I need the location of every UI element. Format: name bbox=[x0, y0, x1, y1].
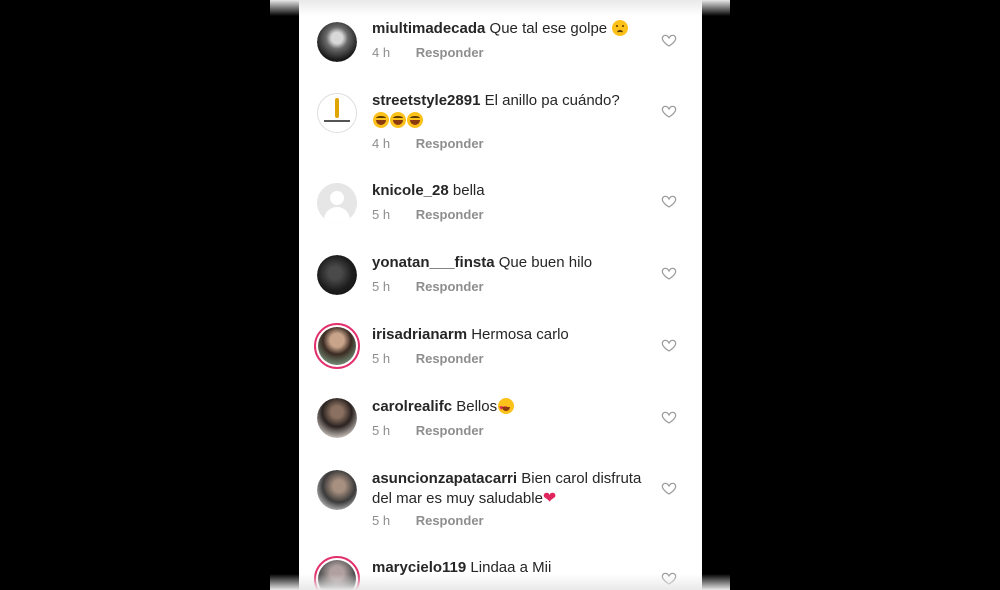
comment-body: Hermosa carlo bbox=[471, 326, 569, 343]
top-fade bbox=[270, 0, 730, 16]
like-heart-icon[interactable] bbox=[661, 480, 677, 496]
comment-time: 4 h bbox=[372, 136, 391, 151]
like-heart-icon[interactable] bbox=[661, 337, 677, 353]
reply-button[interactable]: Responder bbox=[416, 207, 484, 222]
avatar[interactable] bbox=[317, 93, 357, 133]
red-heart-emoji-icon: ❤ bbox=[542, 490, 557, 507]
comment-meta: 5 h Responder bbox=[372, 423, 484, 438]
comments-panel: miultimadecada Que tal ese golpe 4 h Res… bbox=[299, 0, 702, 590]
comment-meta: 5 h Responder bbox=[372, 513, 484, 528]
comment-body: Que tal ese golpe bbox=[489, 20, 608, 37]
comment-meta: 5 h Responder bbox=[372, 279, 484, 294]
comment-username[interactable]: miultimadecada bbox=[372, 20, 485, 37]
avatar[interactable] bbox=[317, 398, 357, 438]
reply-button[interactable]: Responder bbox=[416, 45, 484, 60]
comment-username[interactable]: carolrealifc bbox=[372, 398, 452, 415]
worried-emoji-icon bbox=[612, 20, 629, 36]
comment-meta: 5 h Responder bbox=[372, 351, 484, 366]
reply-button[interactable]: Responder bbox=[416, 279, 484, 294]
comment-username[interactable]: knicole_28 bbox=[372, 182, 449, 199]
comment-body: bella bbox=[452, 182, 485, 199]
comment-text: miultimadecada Que tal ese golpe bbox=[372, 19, 647, 39]
comment-time: 4 h bbox=[372, 45, 391, 60]
like-heart-icon[interactable] bbox=[661, 103, 677, 119]
reply-button[interactable]: Responder bbox=[416, 136, 484, 151]
comment-username[interactable]: streetstyle2891 bbox=[372, 92, 480, 109]
avatar[interactable] bbox=[314, 323, 360, 369]
comment-body: Bellos bbox=[456, 398, 498, 415]
comment-time: 5 h bbox=[372, 423, 391, 438]
heart-eyes-emoji-icon bbox=[498, 398, 515, 419]
comment-meta: 5 h Responder bbox=[372, 207, 484, 222]
comment-text: knicole_28 bella bbox=[372, 181, 647, 201]
avatar[interactable] bbox=[317, 22, 357, 62]
comment-time: 5 h bbox=[372, 279, 391, 294]
comment-text: carolrealifc Bellos bbox=[372, 397, 647, 419]
comment-body: El anillo pa cuándo? bbox=[484, 92, 620, 109]
comment-username[interactable]: yonatan___finsta bbox=[372, 254, 495, 271]
reply-button[interactable]: Responder bbox=[416, 423, 484, 438]
avatar[interactable] bbox=[317, 255, 357, 295]
like-heart-icon[interactable] bbox=[661, 265, 677, 281]
reply-button[interactable]: Responder bbox=[416, 351, 484, 366]
comment-text: asuncionzapatacarri Bien carol disfruta … bbox=[372, 469, 647, 509]
comment-meta: 4 h Responder bbox=[372, 136, 484, 151]
comment-text: irisadrianarm Hermosa carlo bbox=[372, 325, 647, 345]
comment-time: 5 h bbox=[372, 351, 391, 366]
like-heart-icon[interactable] bbox=[661, 409, 677, 425]
avatar[interactable] bbox=[317, 183, 357, 223]
comment-text: yonatan___finsta Que buen hilo bbox=[372, 253, 647, 273]
reply-button[interactable]: Responder bbox=[416, 513, 484, 528]
bottom-fade bbox=[270, 574, 730, 590]
like-heart-icon[interactable] bbox=[661, 193, 677, 209]
like-heart-icon[interactable] bbox=[661, 32, 677, 48]
comment-meta: 4 h Responder bbox=[372, 45, 484, 60]
comment-username[interactable]: asuncionzapatacarri bbox=[372, 470, 517, 487]
comment-text: streetstyle2891 El anillo pa cuándo? bbox=[372, 91, 647, 131]
comment-time: 5 h bbox=[372, 513, 391, 528]
comment-username[interactable]: irisadrianarm bbox=[372, 326, 467, 343]
avatar[interactable] bbox=[317, 470, 357, 510]
comment-body: Que buen hilo bbox=[498, 254, 593, 271]
laughing-emoji-icon bbox=[407, 112, 423, 128]
laughing-emoji-icon bbox=[373, 112, 389, 128]
laughing-emoji-icon bbox=[390, 112, 406, 128]
comment-time: 5 h bbox=[372, 207, 391, 222]
